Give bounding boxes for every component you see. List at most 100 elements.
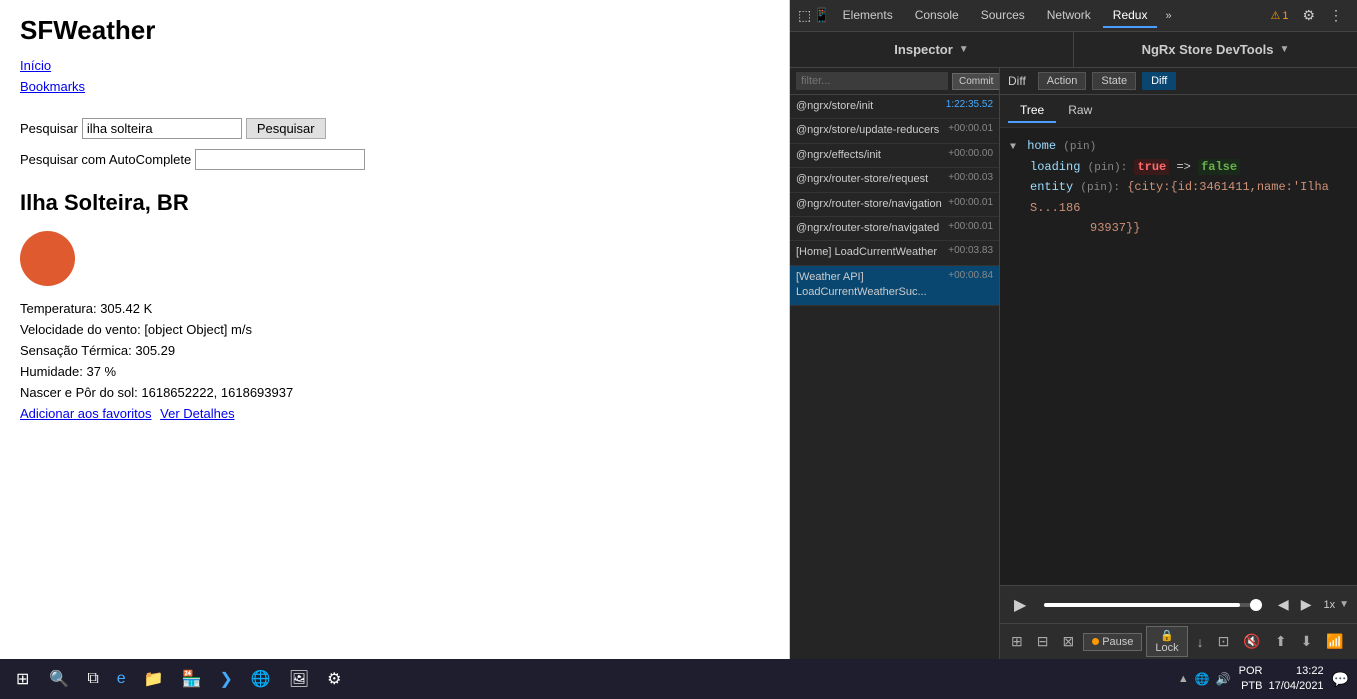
tree-raw-bar: Tree Raw xyxy=(1000,95,1357,128)
taskbar-browser-icon[interactable]: 🌐 xyxy=(245,665,277,693)
tree-entity-key: entity xyxy=(1030,180,1073,194)
taskbar-photos-icon[interactable]: 🖼 xyxy=(283,665,315,693)
taskbar-settings-icon[interactable]: ⚙ xyxy=(321,665,347,693)
filter-input[interactable] xyxy=(796,72,948,90)
tree-loading-true: true xyxy=(1134,159,1169,175)
commit-button[interactable]: Commit xyxy=(952,73,1000,90)
search-button[interactable]: Pesquisar xyxy=(246,118,326,139)
action-time: +00:00.03 xyxy=(948,172,993,183)
footer-icon-8[interactable]: ⬇ xyxy=(1296,631,1318,652)
taskbar-explorer-icon[interactable]: 📁 xyxy=(138,665,170,693)
ngrx-dropdown-icon[interactable]: ▼ xyxy=(1280,44,1290,55)
warning-badge[interactable]: ⚠ 1 xyxy=(1264,5,1294,26)
app-panel: SFWeather Início Bookmarks Pesquisar Pes… xyxy=(0,0,790,659)
action-item-selected[interactable]: [Weather API] LoadCurrentWeatherSuc... +… xyxy=(790,266,999,306)
next-button[interactable]: ▶ xyxy=(1297,594,1316,615)
taskbar-up-arrow-icon[interactable]: ▲ xyxy=(1178,673,1189,685)
action-name: [Home] LoadCurrentWeather xyxy=(796,245,937,260)
taskbar-network-icon[interactable]: 🌐 xyxy=(1195,672,1210,686)
taskbar-search-icon[interactable]: 🔍 xyxy=(43,665,75,693)
action-item[interactable]: @ngrx/effects/init +00:00.00 xyxy=(790,144,999,168)
temperatura: Temperatura: 305.42 K xyxy=(20,301,769,316)
inspector-dropdown-icon[interactable]: ▼ xyxy=(959,44,969,55)
vento: Velocidade do vento: [object Object] m/s xyxy=(20,322,769,337)
devtools-topbar: ⬚ 📱 Elements Console Sources Network Red… xyxy=(790,0,1357,32)
nav-bookmarks[interactable]: Bookmarks xyxy=(20,77,769,98)
tree-tab[interactable]: Tree xyxy=(1008,99,1056,123)
pause-button[interactable]: Pause xyxy=(1083,633,1142,651)
devtools-footer-bar: ⊞ ⊟ ⊠ Pause 🔒 Lock ↓ ⊡ 🔇 ⬆ ⬇ xyxy=(1000,623,1357,659)
footer-icon-7[interactable]: ⬆ xyxy=(1270,631,1292,652)
lock-button[interactable]: 🔒 Lock xyxy=(1146,626,1187,657)
footer-icon-3[interactable]: ⊠ xyxy=(1057,631,1079,652)
action-list-panel: Commit @ngrx/store/init 1:22:35.52 @ngrx… xyxy=(790,68,1000,659)
weather-info: Temperatura: 305.42 K Velocidade do vent… xyxy=(20,301,769,400)
action-tab-button[interactable]: Action xyxy=(1038,72,1087,90)
tab-redux[interactable]: Redux xyxy=(1103,4,1158,28)
tab-console[interactable]: Console xyxy=(905,4,969,28)
progress-bar[interactable] xyxy=(1044,603,1262,607)
warning-count: 1 xyxy=(1282,10,1288,22)
action-item[interactable]: @ngrx/store/update-reducers +00:00.01 xyxy=(790,119,999,143)
detalhes-link[interactable]: Ver Detalhes xyxy=(160,406,234,421)
autocomplete-input[interactable] xyxy=(195,149,365,170)
lock-icon: 🔒 xyxy=(1160,630,1174,642)
taskbar-vscode-icon[interactable]: ❯ xyxy=(214,665,239,693)
action-time: +00:00.01 xyxy=(948,197,993,208)
lock-label: Lock xyxy=(1155,642,1178,654)
notification-icon[interactable]: 💬 xyxy=(1332,671,1349,688)
action-item[interactable]: [Home] LoadCurrentWeather +00:03.83 xyxy=(790,241,999,265)
action-items: @ngrx/store/init 1:22:35.52 @ngrx/store/… xyxy=(790,95,999,659)
action-item[interactable]: @ngrx/store/init 1:22:35.52 xyxy=(790,95,999,119)
tree-entity-value: {city:{id:3461411,name:'Ilha S...186 xyxy=(1030,180,1329,215)
taskbar-volume-icon[interactable]: 🔊 xyxy=(1216,672,1231,686)
play-button[interactable]: ▶ xyxy=(1008,593,1032,617)
favoritos-link[interactable]: Adicionar aos favoritos xyxy=(20,406,152,421)
action-name: [Weather API] LoadCurrentWeatherSuc... xyxy=(796,270,944,301)
progress-dot xyxy=(1250,599,1262,611)
tree-home-pin: (pin) xyxy=(1063,141,1096,153)
footer-icon-5[interactable]: ⊡ xyxy=(1213,631,1235,652)
inspector-label: Inspector xyxy=(894,42,953,57)
action-time: +00:00.00 xyxy=(948,148,993,159)
action-item[interactable]: @ngrx/router-store/request +00:00.03 xyxy=(790,168,999,192)
footer-icon-gear[interactable]: ⚙ xyxy=(1353,631,1357,652)
footer-icon-2[interactable]: ⊟ xyxy=(1032,631,1054,652)
search-input[interactable] xyxy=(82,118,242,139)
warning-icon: ⚠ xyxy=(1270,9,1280,22)
tab-elements[interactable]: Elements xyxy=(833,4,903,28)
speed-label: 1x xyxy=(1323,599,1335,611)
more-options-icon[interactable]: ⋮ xyxy=(1323,3,1349,28)
progress-fill xyxy=(1044,603,1240,607)
state-tab-button[interactable]: State xyxy=(1092,72,1136,90)
footer-icon-9[interactable]: 📶 xyxy=(1321,631,1348,652)
settings-icon[interactable]: ⚙ xyxy=(1296,3,1321,28)
tab-network[interactable]: Network xyxy=(1037,4,1101,28)
taskbar-sys-icons: ▲ 🌐 🔊 xyxy=(1178,672,1231,686)
devtools-content: Commit @ngrx/store/init 1:22:35.52 @ngrx… xyxy=(790,68,1357,659)
action-time: 1:22:35.52 xyxy=(946,99,993,110)
inspect-icon[interactable]: ⬚ xyxy=(798,7,811,24)
footer-icon-6[interactable]: 🔇 xyxy=(1238,631,1265,652)
action-time: +00:00.01 xyxy=(948,123,993,134)
taskbar-taskview-icon[interactable]: ⧉ xyxy=(81,666,104,692)
prev-button[interactable]: ◀ xyxy=(1274,594,1293,615)
diff-tab-button[interactable]: Diff xyxy=(1142,72,1176,90)
speed-dropdown-icon[interactable]: ▼ xyxy=(1339,599,1349,610)
action-name: @ngrx/effects/init xyxy=(796,148,881,163)
nav-inicio[interactable]: Início xyxy=(20,56,769,77)
taskbar-edge-icon[interactable]: e xyxy=(111,666,132,692)
diff-action-state-bar: Diff Action State Diff xyxy=(1000,68,1357,95)
tab-sources[interactable]: Sources xyxy=(971,4,1035,28)
date-display: 17/04/2021 xyxy=(1269,679,1324,694)
action-item[interactable]: @ngrx/router-store/navigation +00:00.01 xyxy=(790,193,999,217)
more-tabs-icon[interactable]: » xyxy=(1159,6,1177,26)
start-button[interactable]: ⊞ xyxy=(8,665,37,693)
action-item[interactable]: @ngrx/router-store/navigated +00:00.01 xyxy=(790,217,999,241)
taskbar-store-icon[interactable]: 🏪 xyxy=(176,665,208,693)
raw-tab[interactable]: Raw xyxy=(1056,99,1104,123)
footer-icon-1[interactable]: ⊞ xyxy=(1006,631,1028,652)
expand-icon[interactable]: ▼ xyxy=(1010,142,1016,153)
device-icon[interactable]: 📱 xyxy=(813,7,830,24)
footer-icon-4[interactable]: ↓ xyxy=(1192,632,1209,652)
